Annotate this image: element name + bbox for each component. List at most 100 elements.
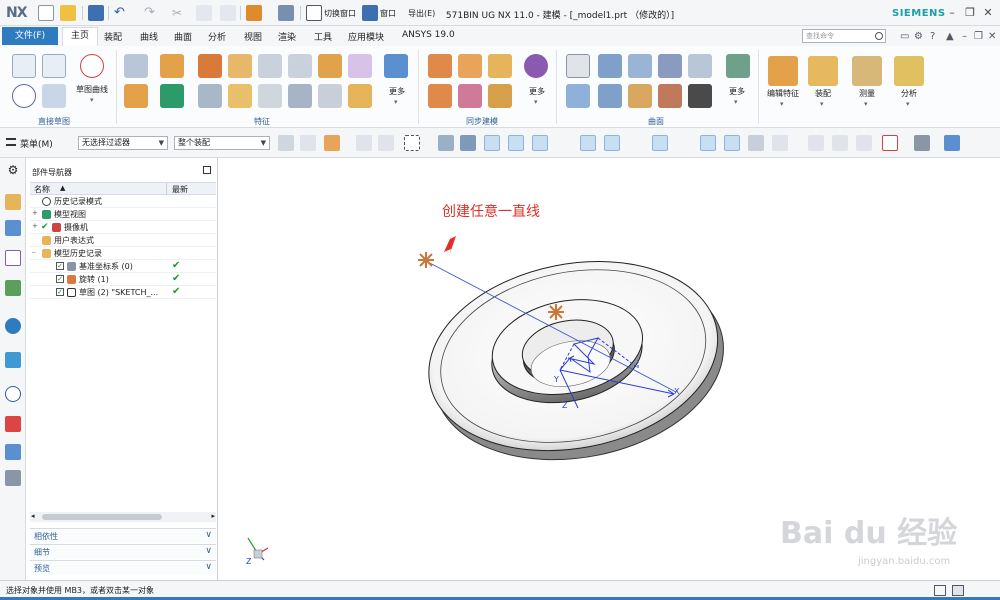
grid-icon[interactable] <box>772 135 788 151</box>
collapse-icon[interactable]: – <box>32 248 36 256</box>
menu-icon[interactable] <box>6 138 16 146</box>
fit-window-icon[interactable] <box>952 585 964 596</box>
sketch-in-task-icon[interactable] <box>42 54 66 78</box>
surface-extra-icon[interactable] <box>726 54 750 78</box>
selection-scope-select[interactable]: 整个装配 ▼ <box>174 136 270 150</box>
offset-region-icon[interactable] <box>488 54 512 78</box>
tab-home[interactable]: 主页 <box>62 27 99 46</box>
doc-restore-icon[interactable]: ❐ <box>974 31 983 42</box>
extrude-icon[interactable] <box>124 54 148 78</box>
analysis-label[interactable]: 分析 <box>890 88 928 99</box>
help-icon[interactable]: ? <box>930 31 935 42</box>
reuse-library-icon[interactable] <box>5 280 21 296</box>
tree-row-revolve[interactable]: ✓ 旋转 (1) ✔ <box>30 273 216 286</box>
tab-surface[interactable]: 曲面 <box>174 30 192 43</box>
arc-center-icon[interactable] <box>580 135 596 151</box>
maximize-panel-icon[interactable] <box>203 166 211 174</box>
existing-point-icon[interactable] <box>700 135 716 151</box>
curve-rule-icon[interactable] <box>324 135 340 151</box>
chevron-down-icon[interactable]: ▾ <box>864 100 868 108</box>
revolve-icon[interactable] <box>160 54 184 78</box>
circle-center-icon[interactable] <box>652 135 668 151</box>
settings-icon[interactable]: ⚙ <box>914 31 923 42</box>
through-mesh-icon[interactable] <box>658 54 682 78</box>
view-triad-icon[interactable] <box>944 135 960 151</box>
studio-surface-icon[interactable] <box>688 54 712 78</box>
doc-minimize-icon[interactable]: – <box>962 31 967 42</box>
hole-icon[interactable] <box>198 54 222 78</box>
intersection-icon[interactable] <box>556 135 572 151</box>
mirror-icon[interactable] <box>348 84 372 108</box>
trimmed-sheet-icon[interactable] <box>628 84 652 108</box>
scroll-left-icon[interactable]: ◂ <box>31 512 35 520</box>
tab-ansys[interactable]: ANSYS 19.0 <box>402 30 455 40</box>
move-face-icon[interactable] <box>428 54 452 78</box>
graphics-window[interactable]: X Y Z 创建任意一直线 Z Bai du 经验 jingyan.baidu.… <box>218 158 1000 580</box>
visibility-checkbox[interactable]: ✓ <box>56 275 64 283</box>
block-icon[interactable] <box>228 54 252 78</box>
more-feature-label[interactable]: 更多 <box>386 86 408 97</box>
tree-row-sketch[interactable]: ✓ 草图 (2) "SKETCH_... ✔ <box>30 286 216 299</box>
process-studio-icon[interactable] <box>5 444 21 460</box>
tree-row-history-mode[interactable]: 历史记录模式 <box>30 195 216 208</box>
web-browser-icon[interactable] <box>5 318 21 334</box>
snap-point-icon[interactable] <box>356 135 372 151</box>
bounded-plane-icon[interactable] <box>598 84 622 108</box>
datum-plane-icon[interactable] <box>160 84 184 108</box>
layout-icon[interactable]: ▭ <box>900 31 909 42</box>
render-style-icon[interactable] <box>914 135 930 151</box>
palette-icon[interactable] <box>5 416 21 432</box>
tree-row-datum-csys[interactable]: ✓ 基准坐标系 (0) ✔ <box>30 260 216 273</box>
assembly-icon[interactable] <box>808 56 838 86</box>
more-sync-label[interactable]: 更多 <box>526 86 548 97</box>
control-point-icon[interactable] <box>532 135 548 151</box>
tab-assembly[interactable]: 装配 <box>104 30 122 43</box>
tab-render[interactable]: 渲染 <box>278 30 296 43</box>
rectangle-select-icon[interactable] <box>404 135 420 151</box>
horizontal-scrollbar[interactable]: ◂ ▸ <box>30 512 216 522</box>
selection-filter-select[interactable]: 无选择过滤器 ▼ <box>78 136 168 150</box>
end-point-icon[interactable] <box>484 135 500 151</box>
scroll-right-icon[interactable]: ▸ <box>211 512 215 520</box>
visibility-checkbox[interactable]: ✓ <box>56 262 64 270</box>
full-screen-icon[interactable] <box>934 585 946 596</box>
draft-icon[interactable] <box>228 84 252 108</box>
tab-file[interactable]: 文件(F) <box>2 27 58 45</box>
tree-row-model-history[interactable]: – 模型历史记录 <box>30 247 216 260</box>
pattern-icon[interactable] <box>288 54 312 78</box>
shaded-with-edges-icon[interactable] <box>438 135 454 151</box>
menu-button[interactable]: 菜单(M) <box>20 137 53 150</box>
column-latest[interactable]: 最新 <box>172 184 188 195</box>
constraint-navigator-icon[interactable] <box>5 220 21 236</box>
revolved-part[interactable] <box>412 237 740 484</box>
chevron-down-icon[interactable]: ▾ <box>734 98 738 106</box>
point-on-face-icon[interactable] <box>724 135 740 151</box>
replace-face-icon[interactable] <box>428 84 452 108</box>
tab-applications[interactable]: 应用模块 <box>348 30 384 43</box>
bounded-grid-icon[interactable] <box>748 135 764 151</box>
patch-icon[interactable] <box>688 84 712 108</box>
line-end-point[interactable] <box>548 304 564 320</box>
tab-curve[interactable]: 曲线 <box>140 30 158 43</box>
analysis-icon[interactable] <box>894 56 924 86</box>
quadrant-point-icon[interactable] <box>604 135 620 151</box>
assembly-label[interactable]: 装配 <box>804 88 842 99</box>
expand-icon[interactable]: + <box>32 209 38 217</box>
select-within-icon[interactable] <box>378 135 394 151</box>
tree-row-user-expressions[interactable]: 用户表达式 <box>30 234 216 247</box>
sort-ascending-icon[interactable]: ▲ <box>60 184 65 192</box>
roles-icon[interactable] <box>5 470 21 486</box>
chevron-down-icon[interactable]: ▾ <box>394 98 398 106</box>
part-navigator-icon[interactable] <box>5 250 21 266</box>
visibility-checkbox[interactable]: ✓ <box>56 288 64 296</box>
chevron-down-icon[interactable]: ▾ <box>90 96 94 104</box>
four-point-surface-icon[interactable] <box>566 54 590 78</box>
resize-blend-icon[interactable] <box>488 84 512 108</box>
more-surface-label[interactable]: 更多 <box>726 86 748 97</box>
assembly-navigator-icon[interactable] <box>5 194 21 210</box>
profile-icon[interactable] <box>80 54 104 78</box>
fit-view-icon[interactable] <box>808 135 824 151</box>
swept-surface-icon[interactable] <box>566 84 590 108</box>
zoom-icon[interactable] <box>832 135 848 151</box>
edit-feature-icon[interactable] <box>768 56 798 86</box>
